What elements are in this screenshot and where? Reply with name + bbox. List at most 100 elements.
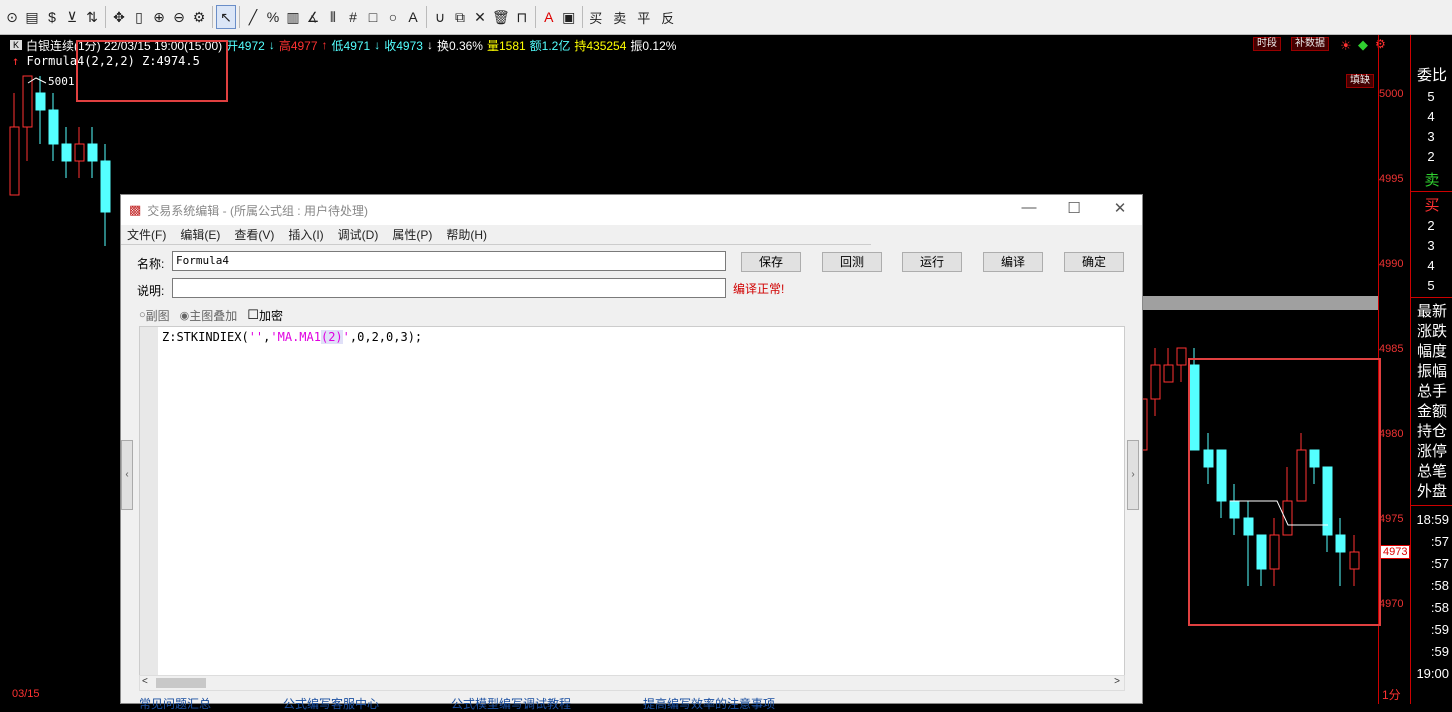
scroll-thumb[interactable]	[156, 678, 206, 688]
quote-field: 外盘	[1416, 483, 1447, 500]
left-panel-toggle[interactable]: ‹	[121, 440, 133, 510]
period-label[interactable]: 1分	[1382, 686, 1401, 703]
ruler-icon[interactable]: ▥	[283, 5, 303, 29]
menu-item[interactable]: 文件(F)	[127, 226, 166, 243]
trade-button-3[interactable]: 反	[658, 5, 678, 29]
k-button[interactable]: K	[10, 40, 23, 50]
delete-icon[interactable]: ✕	[470, 5, 490, 29]
formula-value: Formula4(2,2,2) Z:4974.5	[26, 54, 200, 68]
right-panel-toggle[interactable]: ›	[1127, 440, 1139, 510]
encrypt-checkbox[interactable]: ☐	[247, 307, 259, 323]
panel-divider	[1411, 297, 1452, 298]
bar-icon[interactable]: ▯	[129, 5, 149, 29]
quote-field: 涨跌	[1416, 323, 1447, 340]
save-template-icon[interactable]: ▣	[559, 5, 579, 29]
desc-input[interactable]	[172, 278, 726, 298]
panel-divider	[1411, 191, 1452, 192]
code-string-empty: ''	[248, 330, 264, 344]
tick-time: :57	[1430, 534, 1449, 549]
run-button[interactable]: 运行	[902, 252, 962, 272]
move-icon[interactable]: ✥	[109, 5, 129, 29]
hbars-icon[interactable]: ⫴	[323, 5, 343, 29]
toolbar-separator	[581, 6, 583, 28]
trade-button-1[interactable]: 卖	[610, 5, 630, 29]
tick-time: :59	[1430, 644, 1449, 659]
quote-field: 金额	[1416, 403, 1447, 420]
magnet-icon[interactable]: ∪	[430, 5, 450, 29]
horizontal-scrollbar[interactable]: < >	[139, 675, 1125, 691]
close-icon[interactable]: ✕	[1105, 199, 1135, 217]
period-button[interactable]: 时段	[1253, 37, 1281, 51]
quote-field: 持仓	[1416, 423, 1447, 440]
maximize-icon[interactable]: ☐	[1059, 199, 1089, 217]
compile-button[interactable]: 编译	[983, 252, 1043, 272]
percent-icon[interactable]: %	[263, 5, 283, 29]
zoom-in-icon[interactable]: ⊕	[149, 5, 169, 29]
options-row: ○ 副图 ◉ 主图叠加 ☐ 加密	[139, 304, 1125, 326]
trash-icon[interactable]: 🗑	[490, 5, 512, 29]
sun-icon[interactable]: ☀	[1340, 38, 1352, 54]
circle-tool-icon[interactable]: ⊙	[2, 5, 22, 29]
candle	[1256, 534, 1267, 586]
doc-icon[interactable]: ▤	[22, 5, 42, 29]
dollar-icon[interactable]: $	[42, 5, 62, 29]
ok-button[interactable]: 确定	[1064, 252, 1124, 272]
grid-icon[interactable]: #	[343, 5, 363, 29]
save-button[interactable]: 保存	[741, 252, 801, 272]
radio-sub-chart[interactable]: ○	[139, 309, 146, 321]
menu-item[interactable]: 插入(I)	[288, 226, 323, 243]
ellipse-icon[interactable]: ○	[383, 5, 403, 29]
quote-field: 总手	[1416, 383, 1447, 400]
formula-editor-dialog: ▩ 交易系统编辑 - (所属公式组 : 用户待处理) — ☐ ✕ 文件(F) 编辑…	[120, 194, 1143, 711]
candle	[35, 76, 46, 144]
menu-item[interactable]: 调试(D)	[338, 226, 379, 243]
filter-icon[interactable]: ⊻	[62, 5, 82, 29]
code-prefix: Z:STKINDIEX(	[162, 330, 249, 344]
lock-icon[interactable]: ⊓	[512, 5, 532, 29]
buy-label: 买	[1424, 197, 1440, 214]
text-icon[interactable]: A	[403, 5, 423, 29]
tick-time: :57	[1430, 556, 1449, 571]
amplitude: 振0.12%	[630, 38, 677, 53]
candle	[61, 127, 72, 178]
formula-indicator: ↑ Formula4(2,2,2) Z:4974.5	[12, 54, 200, 68]
line-icon[interactable]: ╱	[243, 5, 263, 29]
quote-field: 总笔	[1416, 463, 1447, 480]
restore-icon[interactable]: ⇅	[82, 5, 102, 29]
trade-button-0[interactable]: 买	[586, 5, 606, 29]
menu-item[interactable]: 查看(V)	[234, 226, 274, 243]
backtest-button[interactable]: 回测	[822, 252, 882, 272]
radio-main-overlay[interactable]: ◉	[180, 309, 190, 322]
pointer-icon[interactable]: ↖	[216, 5, 236, 29]
copy-icon[interactable]: ⧉	[450, 5, 470, 29]
toolbar: ⊙ ▤ $ ⊻ ⇅ ✥ ▯ ⊕ ⊖ ⚙ ↖ ╱% ▥ ∡ ⫴ # □ ○ A ∪ ⧉ ✕ 🗑 ⊓ A ▣ 买卖平反	[0, 0, 1452, 35]
zoom-out-icon[interactable]: ⊖	[169, 5, 189, 29]
name-input[interactable]: Formula4	[172, 251, 726, 271]
gear-icon[interactable]: ⚙	[189, 5, 209, 29]
date-label: 03/15	[12, 688, 40, 700]
toolbar-separator	[239, 6, 240, 28]
dialog-titlebar[interactable]: ▩ 交易系统编辑 - (所属公式组 : 用户待处理)	[121, 195, 1142, 225]
font-color-icon[interactable]: A	[539, 5, 559, 29]
code-editor[interactable]: Z:STKINDIEX('','MA.MA1(2)',0,2,0,3);	[139, 326, 1125, 677]
fill-gap-button[interactable]: 填缺	[1346, 74, 1374, 88]
trade-button-2[interactable]: 平	[634, 5, 654, 29]
menu-item[interactable]: 属性(P)	[392, 226, 432, 243]
dialog-menubar: 文件(F) 编辑(E) 查看(V) 插入(I) 调试(D) 属性(P) 帮助(H)	[121, 225, 871, 245]
diamond-icon[interactable]: ◆	[1358, 37, 1368, 53]
scroll-right-icon[interactable]: >	[1114, 676, 1120, 687]
sell-level: 5	[1427, 89, 1435, 104]
menu-item[interactable]: 编辑(E)	[180, 226, 220, 243]
angle-icon[interactable]: ∡	[303, 5, 323, 29]
scroll-left-icon[interactable]: <	[142, 676, 148, 687]
tick-time: :59	[1430, 622, 1449, 637]
candle	[1203, 433, 1214, 484]
minimize-icon[interactable]: —	[1014, 199, 1044, 216]
candle	[1216, 449, 1227, 518]
sell-level: 4	[1427, 109, 1435, 124]
menu-item[interactable]: 帮助(H)	[446, 226, 487, 243]
order-book-panel: 委比 5 4 3 2 卖买 2 3 4 5 最新 涨跌 幅度 振幅 总手 金额 持仓 涨停 总笔 外盘 18:59:57…	[1410, 35, 1452, 704]
order-ratio-title: 委比	[1416, 67, 1447, 84]
fill-data-button[interactable]: 补数据	[1291, 37, 1329, 51]
rect-icon[interactable]: □	[363, 5, 383, 29]
